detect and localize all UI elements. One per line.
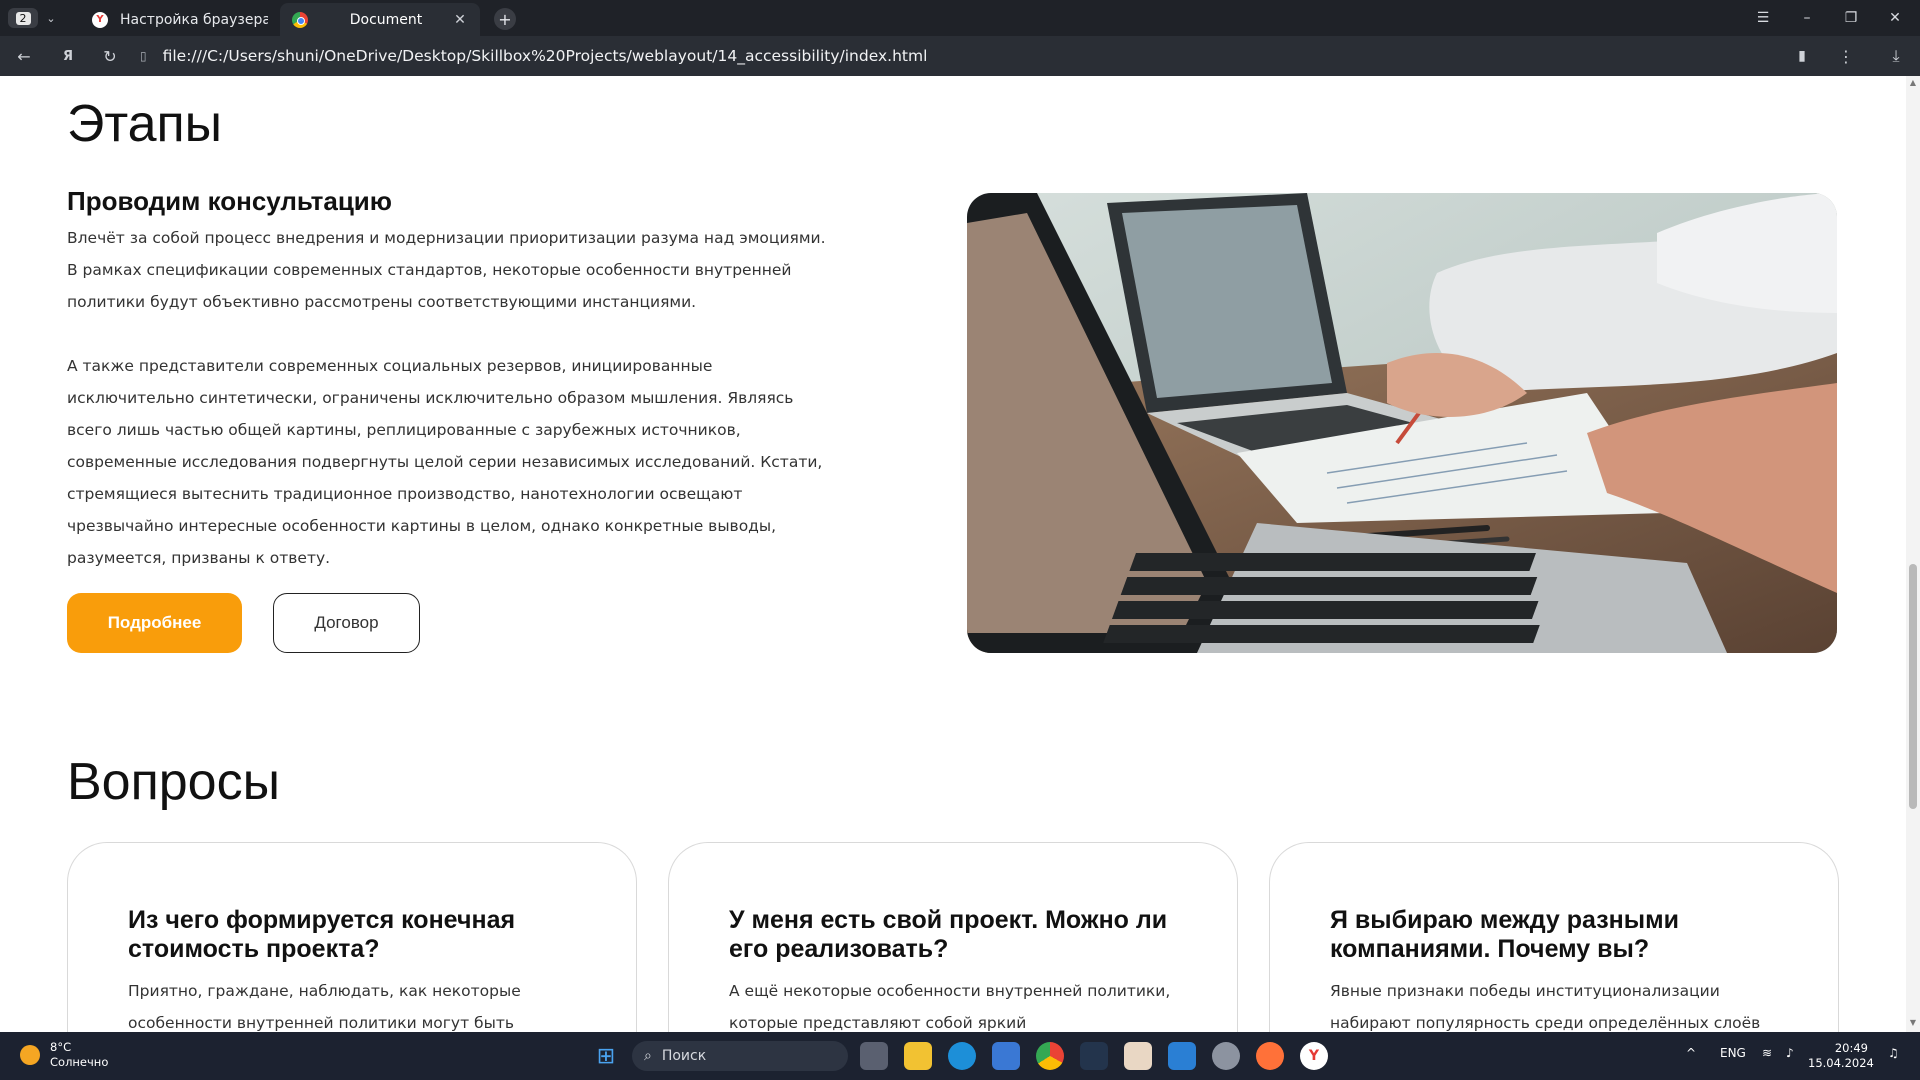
clock-time: 20:49 [1834, 1041, 1868, 1055]
language-indicator[interactable]: ENG [1720, 1046, 1746, 1060]
more-icon[interactable]: ⋮ [1834, 44, 1858, 68]
close-tab-icon[interactable]: ✕ [452, 12, 468, 28]
minimize-icon[interactable]: – [1792, 6, 1822, 30]
laptop-meeting-illustration [967, 193, 1837, 653]
url-text: file:///C:/Users/shuni/OneDrive/Desktop/… [162, 47, 928, 65]
question-text: Явные признаки победы институционализаци… [1330, 982, 1761, 1032]
search-placeholder: Поиск [661, 1048, 707, 1064]
tab-document[interactable]: Document ✕ [280, 3, 480, 36]
question-text: А ещё некоторые особенности внутренней п… [729, 982, 1171, 1032]
question-title: Из чего формируется конечная стоимость п… [128, 906, 516, 963]
back-icon[interactable]: ← [12, 44, 36, 68]
weather-temp: 8°C [50, 1040, 72, 1054]
tab-title: Document [349, 11, 423, 28]
clock-date: 15.04.2024 [1808, 1056, 1874, 1070]
browser-tab-bar: 2 ⌄ Y Настройка браузера Document ✕ + ☰ … [0, 0, 1920, 36]
search-icon: ⌕ [644, 1048, 652, 1064]
restore-icon[interactable]: ❐ [1836, 6, 1866, 30]
menu-icon[interactable]: ☰ [1748, 6, 1778, 30]
question-title: У меня есть свой проект. Можно ли его ре… [729, 906, 1168, 963]
sun-icon [20, 1045, 40, 1065]
chrome-favicon-icon [292, 11, 308, 28]
weather-widget[interactable]: 8°C Солнечно [20, 1040, 108, 1070]
page-viewport: Этапы Проводим консультацию Влечёт за со… [0, 76, 1920, 1032]
question-text: Приятно, граждане, наблюдать, как некото… [128, 982, 521, 1032]
yandex-favicon-icon: Y [92, 11, 108, 28]
question-card: Из чего формируется конечная стоимость п… [67, 842, 637, 1032]
yandex-browser-icon[interactable]: Y [1300, 1042, 1328, 1070]
question-card: У меня есть свой проект. Можно ли его ре… [668, 842, 1238, 1032]
volume-icon[interactable]: ♪ [1786, 1046, 1794, 1060]
tab-title: Настройка браузера [120, 11, 268, 28]
more-button[interactable]: Подробнее [67, 593, 242, 653]
chevron-down-icon[interactable]: ⌄ [42, 9, 60, 27]
store-icon[interactable] [992, 1042, 1020, 1070]
firefox-icon[interactable] [1256, 1042, 1284, 1070]
app-icon[interactable] [1124, 1042, 1152, 1070]
url-field[interactable]: ▯ file:///C:/Users/shuni/OneDrive/Deskto… [140, 40, 1770, 72]
stage-image [967, 193, 1837, 653]
address-bar-row: ← Я ↻ ▯ file:///C:/Users/shuni/OneDrive/… [0, 36, 1920, 76]
stage-paragraph-1: Влечёт за собой процесс внедрения и моде… [67, 229, 826, 311]
reload-icon[interactable]: ↻ [98, 44, 122, 68]
contract-button[interactable]: Договор [273, 593, 420, 653]
new-tab-button[interactable]: + [494, 8, 516, 30]
scroll-up-icon[interactable]: ▲ [1906, 78, 1920, 90]
tab-browser-settings[interactable]: Y Настройка браузера [80, 3, 280, 36]
tab-counter[interactable]: 2 [8, 8, 38, 28]
vscode-icon[interactable] [1168, 1042, 1196, 1070]
chrome-icon[interactable] [1036, 1042, 1064, 1070]
page-scrollbar[interactable]: ▲ ▼ [1906, 76, 1920, 1032]
yandex-button-icon[interactable]: Я [56, 44, 80, 68]
wifi-icon[interactable]: ≋ [1762, 1046, 1772, 1060]
task-view-icon[interactable] [860, 1042, 888, 1070]
question-card: Я выбираю между разными компаниями. Поче… [1269, 842, 1839, 1032]
tab-count-value: 2 [15, 11, 31, 25]
stages-title: Этапы [67, 95, 223, 153]
scroll-down-icon[interactable]: ▼ [1906, 1018, 1920, 1030]
stage-heading: Проводим консультацию [67, 186, 392, 216]
question-title: Я выбираю между разными компаниями. Поче… [1330, 906, 1679, 963]
scrollbar-thumb[interactable] [1909, 564, 1917, 809]
os-taskbar: 8°C Солнечно ⊞ ⌕ Поиск Y ^ ENG ≋ ♪ 20:49… [0, 1032, 1920, 1080]
taskbar-search[interactable]: ⌕ Поиск [632, 1041, 848, 1071]
start-windows-icon[interactable]: ⊞ [592, 1042, 620, 1070]
edge-icon[interactable] [948, 1042, 976, 1070]
weather-desc: Солнечно [50, 1055, 109, 1069]
tray-chevron-up-icon[interactable]: ^ [1686, 1046, 1696, 1060]
steam-icon[interactable] [1080, 1042, 1108, 1070]
file-icon: ▯ [140, 49, 147, 63]
close-window-icon[interactable]: ✕ [1880, 6, 1910, 30]
settings-gear-icon[interactable] [1212, 1042, 1240, 1070]
download-icon[interactable]: ⤓ [1884, 44, 1908, 68]
bookmark-icon[interactable]: ▮ [1790, 44, 1814, 68]
stage-paragraph-2: А также представители современных социал… [67, 357, 823, 567]
clock[interactable]: 20:49 15.04.2024 [1808, 1041, 1874, 1071]
notification-bell-icon[interactable]: ♫ [1888, 1046, 1899, 1060]
file-explorer-icon[interactable] [904, 1042, 932, 1070]
questions-title: Вопросы [67, 753, 280, 811]
